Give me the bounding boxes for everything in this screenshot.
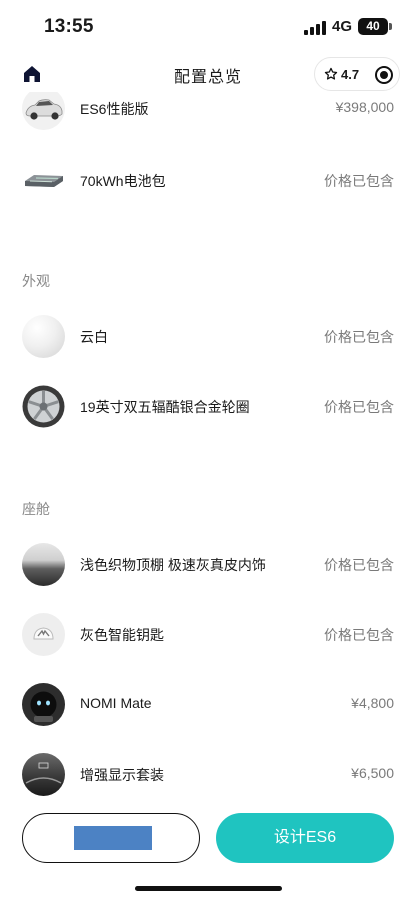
redacted-price bbox=[74, 826, 152, 850]
bottom-action-bar: 设计ES6 bbox=[0, 804, 416, 900]
status-bar: 13:55 4G 40 bbox=[0, 0, 416, 52]
item-name: ES6性能版 bbox=[80, 101, 149, 117]
network-type: 4G bbox=[332, 18, 353, 35]
list-item-smart-key[interactable]: 灰色智能钥匙 价格已包含 bbox=[0, 610, 416, 660]
item-name: 70kWh电池包 bbox=[80, 173, 166, 189]
battery-tip bbox=[389, 23, 392, 30]
smart-key-icon bbox=[22, 613, 65, 656]
item-price: 价格已包含 bbox=[324, 173, 394, 189]
interior-swatch-icon bbox=[22, 543, 65, 586]
item-name: 浅色织物顶棚 极速灰真皮内饰 bbox=[80, 557, 266, 573]
star-outline-icon bbox=[324, 67, 338, 81]
item-name: 云白 bbox=[80, 329, 108, 345]
car-thumbnail bbox=[22, 92, 65, 130]
section-title-cabin: 座舱 bbox=[22, 501, 50, 517]
item-price: 价格已包含 bbox=[324, 329, 394, 345]
list-item-exterior-color[interactable]: 云白 价格已包含 bbox=[0, 312, 416, 362]
item-name: 灰色智能钥匙 bbox=[80, 627, 164, 643]
rating-value: 4.7 bbox=[341, 67, 360, 82]
home-indicator[interactable] bbox=[135, 886, 282, 891]
list-item-interior[interactable]: 浅色织物顶棚 极速灰真皮内饰 价格已包含 bbox=[0, 540, 416, 590]
color-swatch-icon bbox=[22, 315, 65, 358]
section-title-exterior: 外观 bbox=[22, 273, 50, 289]
battery-icon: 40 bbox=[358, 18, 388, 35]
target-icon[interactable] bbox=[375, 66, 393, 84]
list-item-hud[interactable]: 增强显示套装 ¥6,500 bbox=[0, 750, 416, 800]
battery-pack-thumbnail bbox=[22, 159, 65, 202]
item-price: 价格已包含 bbox=[324, 627, 394, 643]
item-price: ¥4,800 bbox=[351, 695, 394, 711]
design-es6-button[interactable]: 设计ES6 bbox=[216, 813, 394, 863]
total-price-button[interactable] bbox=[22, 813, 200, 863]
list-item-model[interactable]: ES6性能版 ¥398,000 bbox=[0, 92, 416, 134]
wheel-icon bbox=[22, 385, 65, 428]
nomi-mate-icon bbox=[22, 683, 65, 726]
list-item-battery-pack[interactable]: 70kWh电池包 价格已包含 bbox=[0, 156, 416, 206]
list-item-wheels[interactable]: 19英寸双五辐酷银合金轮圈 价格已包含 bbox=[0, 382, 416, 432]
item-price: 价格已包含 bbox=[324, 399, 394, 415]
nav-bar: 配置总览 4.7 bbox=[0, 56, 416, 92]
item-name: 增强显示套装 bbox=[80, 767, 164, 783]
list-item-nomi-mate[interactable]: NOMI Mate ¥4,800 bbox=[0, 680, 416, 730]
item-price: 价格已包含 bbox=[324, 557, 394, 573]
signal-icon bbox=[304, 21, 326, 35]
item-name: NOMI Mate bbox=[80, 695, 152, 711]
item-name: 19英寸双五辐酷银合金轮圈 bbox=[80, 399, 250, 415]
status-time: 13:55 bbox=[44, 16, 94, 37]
rating-pill[interactable]: 4.7 bbox=[314, 57, 400, 91]
configuration-list[interactable]: ES6性能版 ¥398,000 70kWh电池包 价格已包含 外观 云白 价格已… bbox=[0, 92, 416, 804]
item-price: ¥6,500 bbox=[351, 765, 394, 781]
item-price: ¥398,000 bbox=[335, 99, 394, 115]
hud-display-icon bbox=[22, 753, 65, 796]
